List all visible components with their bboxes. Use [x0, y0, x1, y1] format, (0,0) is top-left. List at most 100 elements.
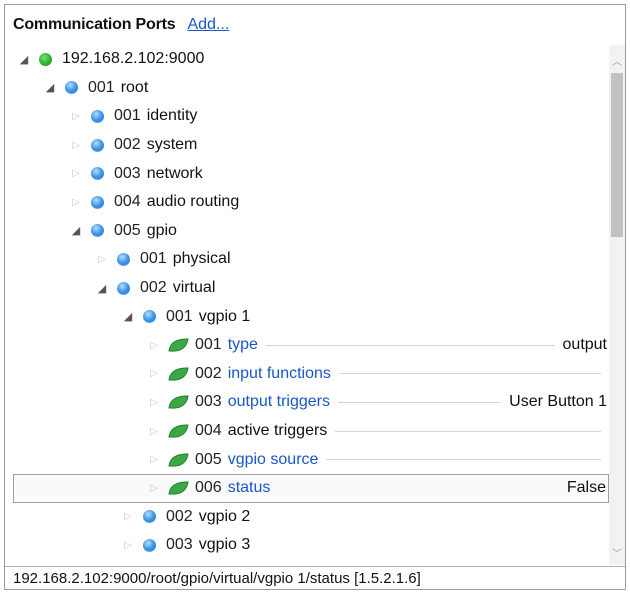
tree-node-number: 006	[195, 479, 222, 497]
expanded-triangle-icon[interactable]: ◢	[43, 81, 57, 94]
communication-ports-panel: Communication Ports Add... ◢ 192.168.2.1…	[4, 4, 626, 590]
collapsed-triangle-icon[interactable]: ▷	[69, 168, 83, 179]
tree-node-number: 001	[166, 307, 193, 325]
tree-node-label: 192.168.2.102:9000	[62, 50, 205, 68]
tree-node-vgpio-2[interactable]: ▷ 002 vgpio 2	[13, 503, 609, 532]
tree-node-system[interactable]: ▷ 002 system	[13, 131, 609, 160]
collapsed-triangle-icon[interactable]: ▷	[69, 111, 83, 122]
expanded-triangle-icon[interactable]: ◢	[95, 282, 109, 295]
tree-node-label: vgpio 2	[198, 507, 251, 525]
parameter-value: output	[562, 336, 607, 354]
tree-leaf-active-triggers[interactable]: ▷ 004 active triggers	[13, 417, 609, 446]
scrollbar-thumb[interactable]	[611, 73, 623, 237]
tree-node-label: status	[227, 479, 271, 497]
tree-node-label: output triggers	[227, 393, 330, 411]
tree-node-label: vgpio 3	[198, 536, 251, 554]
tree-node-number: 003	[195, 393, 222, 411]
tree-node-label: root	[120, 78, 149, 96]
tree-node-label: audio routing	[146, 193, 240, 211]
tree-node-label: virtual	[172, 279, 216, 297]
parameter-value: User Button 1	[509, 393, 607, 411]
tree-node-gpio[interactable]: ◢ 005 gpio	[13, 217, 609, 246]
tree-node-number: 004	[114, 193, 141, 211]
tree-node-number: 005	[114, 221, 141, 239]
collapsed-triangle-icon: ▷	[150, 482, 158, 494]
tree-node-number: 001	[88, 78, 115, 96]
tree-node-vgpio-1[interactable]: ◢ 001 vgpio 1	[13, 302, 609, 331]
blue-circle-icon	[143, 538, 156, 552]
tree-node-label: gpio	[146, 221, 177, 239]
collapsed-triangle-icon: ▷	[150, 454, 158, 466]
tree-node-number: 001	[195, 336, 222, 354]
tree-leaf-vgpio-source[interactable]: ▷ 005 vgpio source	[13, 445, 609, 474]
tree-node-number: 004	[195, 422, 222, 440]
tree-leaf-type[interactable]: ▷ 001 type output	[13, 331, 609, 360]
collapsed-triangle-icon[interactable]: ▷	[121, 511, 135, 522]
tree-node-port[interactable]: ◢ 192.168.2.102:9000	[13, 45, 609, 74]
selected-path-text: 192.168.2.102:9000/root/gpio/virtual/vgp…	[13, 570, 421, 587]
status-bar: 192.168.2.102:9000/root/gpio/virtual/vgp…	[5, 566, 625, 590]
green-leaf-icon	[168, 395, 189, 410]
tree-node-root[interactable]: ◢ 001 root	[13, 74, 609, 103]
blue-circle-icon	[91, 138, 104, 152]
tree-node-label: vgpio source	[227, 450, 319, 468]
tree-node-number: 002	[114, 136, 141, 154]
tree-node-number: 001	[114, 107, 141, 125]
expanded-triangle-icon[interactable]: ◢	[69, 224, 83, 237]
leader-line	[326, 459, 601, 461]
blue-circle-icon	[143, 310, 156, 324]
vertical-scrollbar[interactable]: ︿ ﹀	[609, 45, 625, 565]
scroll-down-arrow-icon[interactable]: ﹀	[609, 543, 625, 561]
collapsed-triangle-icon[interactable]: ▷	[69, 197, 83, 208]
port-tree[interactable]: ◢ 192.168.2.102:9000 ◢ 001 root ▷ 001 id…	[13, 45, 609, 565]
tree-node-number: 003	[114, 164, 141, 182]
collapsed-triangle-icon: ▷	[150, 425, 158, 437]
collapsed-triangle-icon: ▷	[150, 339, 158, 351]
tree-leaf-output-triggers[interactable]: ▷ 003 output triggers User Button 1	[13, 388, 609, 417]
tree-node-number: 002	[140, 279, 167, 297]
add-port-link[interactable]: Add...	[187, 16, 229, 34]
scroll-up-arrow-icon[interactable]: ︿	[609, 51, 625, 69]
panel-header: Communication Ports Add...	[5, 5, 625, 45]
green-leaf-icon	[168, 481, 189, 495]
green-leaf-icon	[168, 367, 189, 381]
blue-circle-icon	[91, 109, 104, 123]
green-leaf-icon	[168, 424, 189, 438]
leader-line	[335, 430, 601, 432]
tree-node-physical[interactable]: ▷ 001 physical	[13, 245, 609, 274]
blue-circle-icon	[91, 195, 104, 209]
leader-line	[265, 344, 555, 346]
tree-node-label: network	[146, 164, 203, 182]
leader-line	[337, 401, 502, 403]
tree-node-virtual[interactable]: ◢ 002 virtual	[13, 274, 609, 303]
tree-leaf-status-selected[interactable]: ▷ 006 status False	[13, 474, 609, 503]
blue-circle-icon	[143, 510, 156, 524]
expanded-triangle-icon[interactable]: ◢	[121, 310, 135, 323]
tree-node-identity[interactable]: ▷ 001 identity	[13, 102, 609, 131]
tree-node-network[interactable]: ▷ 003 network	[13, 159, 609, 188]
tree-node-label: physical	[172, 250, 231, 268]
panel-title: Communication Ports	[13, 16, 176, 33]
collapsed-triangle-icon[interactable]: ▷	[95, 254, 109, 265]
collapsed-triangle-icon: ▷	[150, 368, 158, 380]
tree-node-label: input functions	[227, 364, 331, 382]
tree-node-number: 002	[166, 507, 193, 525]
tree-leaf-input-functions[interactable]: ▷ 002 input functions	[13, 360, 609, 389]
blue-circle-icon	[117, 252, 130, 266]
blue-circle-icon	[91, 167, 104, 181]
blue-circle-icon	[65, 81, 78, 95]
tree-node-audio-routing[interactable]: ▷ 004 audio routing	[13, 188, 609, 217]
expanded-triangle-icon[interactable]: ◢	[17, 53, 31, 66]
tree-node-label: system	[146, 136, 198, 154]
green-leaf-icon	[168, 453, 189, 467]
collapsed-triangle-icon: ▷	[150, 396, 158, 408]
parameter-value: False	[566, 479, 606, 497]
collapsed-triangle-icon[interactable]: ▷	[69, 140, 83, 151]
tree-node-number: 005	[195, 450, 222, 468]
tree-node-vgpio-3[interactable]: ▷ 003 vgpio 3	[13, 531, 609, 560]
tree-node-label: type	[227, 336, 258, 354]
tree-node-label: identity	[146, 107, 198, 125]
collapsed-triangle-icon[interactable]: ▷	[121, 540, 135, 551]
tree-node-label: active triggers	[227, 422, 328, 440]
tree-node-number: 002	[195, 364, 222, 382]
